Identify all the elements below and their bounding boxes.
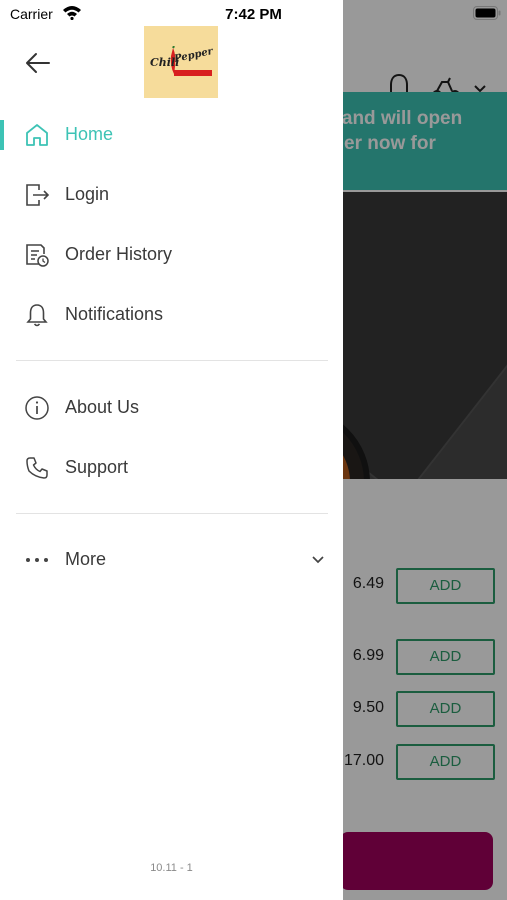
phone-icon — [26, 457, 48, 479]
menu-label: Order History — [65, 244, 173, 264]
menu-item-order-history[interactable]: Order History — [0, 227, 343, 283]
menu-label: More — [65, 549, 107, 569]
menu-label: Notifications — [65, 304, 164, 324]
menu-divider — [16, 513, 328, 514]
home-icon — [26, 124, 48, 146]
menu-label: Support — [65, 457, 129, 477]
status-bar: Carrier 7:42 PM — [0, 0, 507, 30]
menu-item-more[interactable]: More — [0, 532, 343, 588]
active-indicator — [0, 120, 4, 150]
menu-label: About Us — [65, 397, 140, 417]
chevron-down-icon[interactable] — [310, 552, 326, 568]
side-drawer: Chili Pepper Home Login Order History No… — [0, 0, 343, 900]
menu-item-support[interactable]: Support — [0, 440, 343, 496]
app-version: 10.11 - 1 — [150, 862, 193, 874]
logo-text: Pepper — [173, 46, 214, 65]
battery-icon — [473, 6, 501, 20]
menu-item-about-us[interactable]: About Us — [0, 380, 343, 436]
menu-item-notifications[interactable]: Notifications — [0, 287, 343, 343]
menu-item-login[interactable]: Login — [0, 167, 343, 223]
restaurant-logo: Chili Pepper — [144, 26, 218, 98]
menu-item-home[interactable]: Home — [0, 107, 343, 163]
bell-icon — [26, 304, 48, 327]
more-dots-icon — [26, 558, 48, 562]
order-history-icon — [26, 244, 49, 267]
menu-label: Login — [65, 184, 110, 204]
info-icon — [25, 396, 49, 420]
login-icon — [26, 184, 50, 206]
menu-label: Home — [65, 124, 114, 144]
status-time: 7:42 PM — [225, 6, 282, 23]
back-arrow-icon[interactable] — [24, 49, 52, 77]
menu-divider — [16, 360, 328, 361]
